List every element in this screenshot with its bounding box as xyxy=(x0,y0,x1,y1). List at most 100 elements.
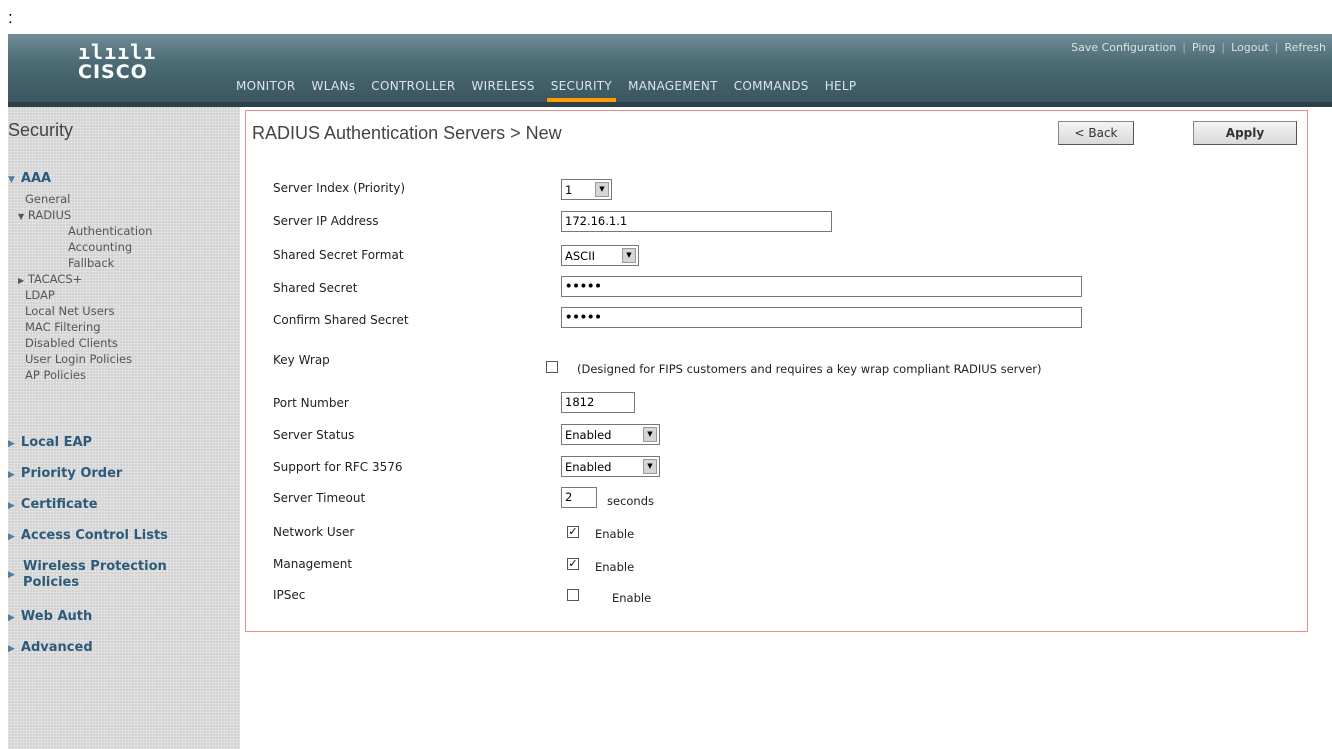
sidebar-group-label: Local EAP xyxy=(20,435,93,450)
server-status-label: Server Status xyxy=(273,428,355,442)
triangle-right-icon: ▶ xyxy=(8,501,15,511)
ipsec-label: IPSec xyxy=(273,588,306,602)
select-value: ASCII xyxy=(565,248,595,263)
ipsec-option: Enable xyxy=(612,591,652,605)
sidebar-item-accounting[interactable]: Accounting xyxy=(68,240,132,254)
chevron-down-icon: ▼ xyxy=(622,248,636,263)
refresh-link[interactable]: Refresh xyxy=(1284,41,1326,54)
tab-commands[interactable]: COMMANDS xyxy=(726,74,817,98)
tab-monitor[interactable]: MONITOR xyxy=(228,74,304,98)
sidebar-item-general[interactable]: General xyxy=(25,192,70,206)
shared-secret-label: Shared Secret xyxy=(273,281,358,295)
sidebar-group-access-control-lists[interactable]: ▶ Access Control Lists xyxy=(8,528,168,545)
network-user-option: Enable xyxy=(595,527,635,541)
content-panel: RADIUS Authentication Servers > New < Ba… xyxy=(245,110,1308,632)
chevron-down-icon: ▼ xyxy=(595,182,609,197)
sidebar-group-label: Access Control Lists xyxy=(20,528,168,543)
ipsec-checkbox[interactable] xyxy=(567,589,579,601)
key-wrap-checkbox[interactable] xyxy=(546,361,558,373)
management-option: Enable xyxy=(595,560,635,574)
header-bar: ılıılı cisco Save Configuration | Ping | Log… xyxy=(8,34,1332,102)
port-number-input[interactable]: 1812 xyxy=(561,392,635,413)
select-value: Enabled xyxy=(565,427,612,442)
rfc3576-label: Support for RFC 3576 xyxy=(273,460,403,474)
sidebar-group-advanced[interactable]: ▶ Advanced xyxy=(8,640,93,657)
management-checkbox[interactable]: ✓ xyxy=(567,558,579,570)
tab-wlans[interactable]: WLANs xyxy=(304,74,364,98)
sidebar-item-mac-filtering[interactable]: MAC Filtering xyxy=(25,320,101,334)
key-wrap-label: Key Wrap xyxy=(273,353,330,367)
server-index-select[interactable]: 1 ▼ xyxy=(561,179,612,200)
confirm-shared-secret-input[interactable]: ••••• xyxy=(561,307,1082,328)
sidebar-group-certificate[interactable]: ▶ Certificate xyxy=(8,497,98,514)
sidebar-item-authentication[interactable]: Authentication xyxy=(68,224,152,238)
server-status-select[interactable]: Enabled ▼ xyxy=(561,424,660,445)
server-timeout-label: Server Timeout xyxy=(273,491,366,505)
server-index-label: Server Index (Priority) xyxy=(273,181,406,195)
chevron-down-icon: ▼ xyxy=(643,427,657,442)
triangle-right-icon: ▶ xyxy=(8,470,15,480)
shared-secret-format-label: Shared Secret Format xyxy=(273,248,404,262)
sidebar-item-label: RADIUS xyxy=(27,208,72,222)
sidebar-group-aaa[interactable]: ▼ AAA xyxy=(8,171,51,188)
triangle-right-icon: ▶ xyxy=(8,439,15,449)
triangle-down-icon: ▼ xyxy=(18,212,25,221)
network-user-checkbox[interactable]: ✓ xyxy=(567,526,579,538)
sidebar-item-ap-policies[interactable]: AP Policies xyxy=(25,368,86,382)
triangle-down-icon: ▼ xyxy=(8,175,15,185)
tab-management[interactable]: MANAGEMENT xyxy=(620,74,726,98)
ping-link[interactable]: Ping xyxy=(1192,41,1215,54)
tab-controller[interactable]: CONTROLLER xyxy=(363,74,463,98)
sidebar-group-label: Priority Order xyxy=(20,466,123,481)
tab-wireless[interactable]: WIRELESS xyxy=(464,74,543,98)
sidebar-group-label: Certificate xyxy=(20,497,98,512)
sidebar-group-label-line2: Policies xyxy=(23,575,80,590)
sidebar-group-label: Advanced xyxy=(20,640,93,655)
port-number-label: Port Number xyxy=(273,396,349,410)
apply-button[interactable]: Apply xyxy=(1193,121,1297,145)
sidebar-group-web-auth[interactable]: ▶ Web Auth xyxy=(8,609,92,626)
sidebar-group-wireless-protection-policies[interactable]: ▶ Wireless Protection Policies xyxy=(8,559,167,591)
sidebar-group-label: AAA xyxy=(20,171,52,186)
shared-secret-format-select[interactable]: ASCII ▼ xyxy=(561,245,639,266)
sidebar-item-ldap[interactable]: LDAP xyxy=(25,288,55,302)
page-prefix: : xyxy=(8,8,13,27)
rfc3576-select[interactable]: Enabled ▼ xyxy=(561,456,660,477)
select-value: Enabled xyxy=(565,459,612,474)
sidebar-group-priority-order[interactable]: ▶ Priority Order xyxy=(8,466,122,483)
sidebar-item-tacacs[interactable]: ▶ TACACS+ xyxy=(18,272,82,286)
server-timeout-input[interactable]: 2 xyxy=(561,487,597,508)
tab-security[interactable]: SECURITY xyxy=(543,74,620,102)
sidebar-item-user-login-policies[interactable]: User Login Policies xyxy=(25,352,132,366)
sidebar-title: Security xyxy=(8,120,74,140)
key-wrap-note: (Designed for FIPS customers and require… xyxy=(577,362,1042,376)
confirm-shared-secret-label: Confirm Shared Secret xyxy=(273,313,409,327)
server-ip-input[interactable]: 172.16.1.1 xyxy=(561,211,832,232)
triangle-right-icon: ▶ xyxy=(18,276,25,285)
sidebar-item-disabled-clients[interactable]: Disabled Clients xyxy=(25,336,118,350)
server-timeout-unit: seconds xyxy=(607,494,655,508)
page-title: RADIUS Authentication Servers > New xyxy=(252,123,562,143)
sidebar-item-label: TACACS+ xyxy=(27,272,83,286)
network-user-label: Network User xyxy=(273,525,355,539)
tab-help[interactable]: HELP xyxy=(817,74,865,98)
sidebar-group-local-eap[interactable]: ▶ Local EAP xyxy=(8,435,92,452)
top-links: Save Configuration | Ping | Logout | Refresh xyxy=(1071,41,1326,54)
sidebar-item-radius[interactable]: ▼ RADIUS xyxy=(18,208,71,222)
sidebar-item-local-net-users[interactable]: Local Net Users xyxy=(25,304,115,318)
sidebar: Security ▼ AAA General ▼ RADIUS Authentic… xyxy=(8,107,240,749)
management-label: Management xyxy=(273,557,353,571)
sidebar-item-fallback[interactable]: Fallback xyxy=(68,256,114,270)
triangle-right-icon: ▶ xyxy=(8,570,15,580)
shared-secret-input[interactable]: ••••• xyxy=(561,276,1082,297)
sidebar-group-label-line1: Wireless Protection xyxy=(23,559,167,574)
triangle-right-icon: ▶ xyxy=(8,532,15,542)
triangle-right-icon: ▶ xyxy=(8,613,15,623)
main-nav: MONITOR WLANs CONTROLLER WIRELESS SECURI… xyxy=(228,74,865,102)
server-ip-label: Server IP Address xyxy=(273,214,379,228)
save-configuration-link[interactable]: Save Configuration xyxy=(1071,41,1176,54)
triangle-right-icon: ▶ xyxy=(8,644,15,654)
back-button[interactable]: < Back xyxy=(1058,121,1134,145)
sidebar-group-label: Web Auth xyxy=(20,609,93,624)
logout-link[interactable]: Logout xyxy=(1231,41,1269,54)
